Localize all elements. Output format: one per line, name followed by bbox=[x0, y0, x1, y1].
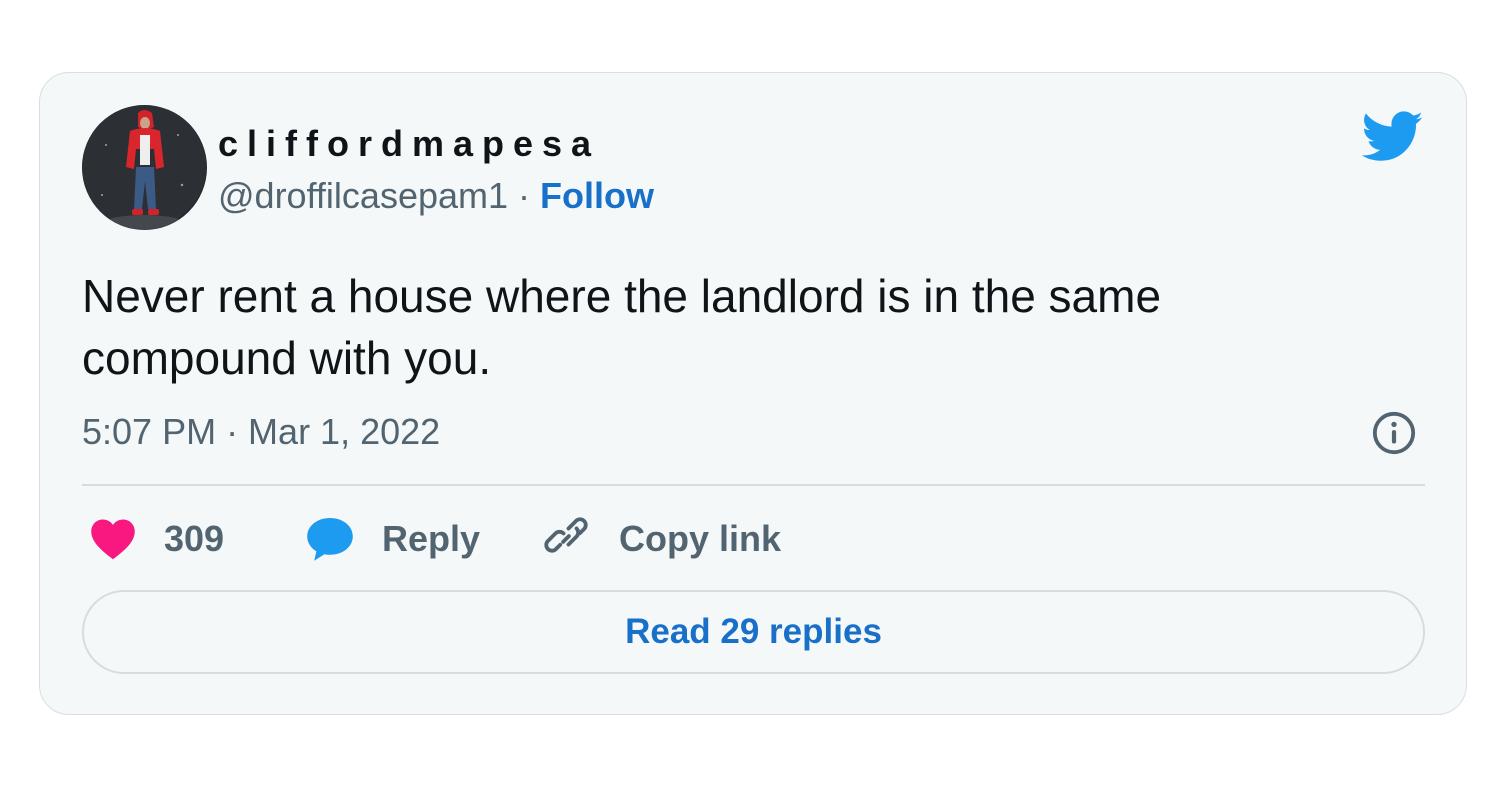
tweet-timestamp[interactable]: 5:07 PM · Mar 1, 2022 bbox=[82, 411, 440, 453]
speech-bubble-icon bbox=[307, 518, 353, 561]
info-icon[interactable] bbox=[1371, 410, 1417, 456]
follow-button[interactable]: Follow bbox=[540, 175, 654, 216]
copy-link-label: Copy link bbox=[619, 518, 782, 559]
reply-label: Reply bbox=[382, 518, 481, 559]
handle-separator: · bbox=[508, 175, 541, 216]
link-icon bbox=[544, 517, 588, 553]
copy-link-button[interactable]: Copy link bbox=[543, 513, 781, 565]
like-button[interactable]: 309 bbox=[90, 513, 224, 565]
twitter-bird-icon[interactable] bbox=[1362, 111, 1424, 163]
like-count: 309 bbox=[164, 518, 225, 559]
avatar[interactable] bbox=[82, 105, 207, 230]
tweet-card: cliffordmapesa @droffilcasepam1 · Follow… bbox=[39, 72, 1467, 715]
user-handle[interactable]: @droffilcasepam1 bbox=[218, 175, 508, 216]
display-name[interactable]: cliffordmapesa bbox=[218, 123, 600, 165]
divider bbox=[82, 484, 1425, 486]
tweet-text: Never rent a house where the landlord is… bbox=[82, 270, 1162, 384]
heart-icon bbox=[91, 519, 135, 560]
handle-row: @droffilcasepam1 · Follow bbox=[218, 175, 654, 217]
avatar-image bbox=[82, 105, 206, 230]
reply-button[interactable]: Reply bbox=[306, 513, 480, 565]
read-replies-button[interactable]: Read 29 replies bbox=[82, 590, 1425, 674]
